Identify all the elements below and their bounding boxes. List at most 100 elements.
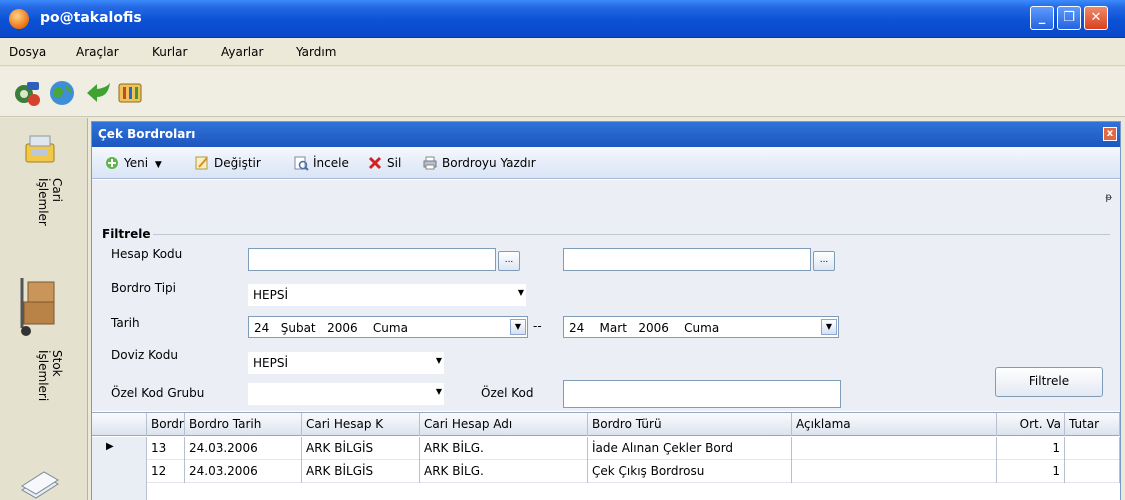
minimize-button[interactable]: _ xyxy=(1030,6,1054,30)
chevron-down-icon: ▼ xyxy=(435,356,442,365)
doviz-kodu-select[interactable]: HEPSİ ▼ xyxy=(248,352,444,374)
cell-bordro-tarih: 24.03.2006 xyxy=(185,460,302,483)
close-button[interactable]: ✕ xyxy=(1084,6,1108,30)
bordro-tipi-value: HEPSİ xyxy=(253,288,288,302)
hesap-kodu-from-browse-button[interactable]: ... xyxy=(498,251,520,271)
print-button[interactable]: Bordroyu Yazdır xyxy=(422,155,536,171)
filtrele-button[interactable]: Filtrele xyxy=(995,367,1103,397)
hesap-kodu-to-browse-button[interactable]: ... xyxy=(813,251,835,271)
maximize-button[interactable]: ❐ xyxy=(1057,6,1081,30)
bordro-tipi-select[interactable]: HEPSİ ▼ xyxy=(248,284,526,306)
filter-panel: ᵽ Filtrele Hesap Kodu ... ... Bordro Tip… xyxy=(92,180,1120,411)
delete-label: Sil xyxy=(387,156,402,170)
cell-ort-vade: 1 xyxy=(997,437,1065,460)
printer-icon xyxy=(423,156,437,170)
bordro-tipi-label: Bordro Tipi xyxy=(111,281,176,295)
bordro-grid: Bordr Bordro Tarih Cari Hesap K Cari Hes… xyxy=(92,412,1120,500)
menu-dosya[interactable]: Dosya xyxy=(9,45,46,59)
inspect-button[interactable]: İncele xyxy=(293,155,349,171)
filter-divider xyxy=(150,234,1110,235)
cell-cari-hesap-kodu: ARK BİLGİS xyxy=(302,460,420,483)
doviz-kodu-value: HEPSİ xyxy=(253,356,288,370)
ozel-kod-label: Özel Kod xyxy=(481,386,534,400)
tarih-from-picker[interactable]: 24 Şubat 2006 Cuma ▼ xyxy=(248,316,528,338)
chevron-down-icon[interactable]: ▼ xyxy=(155,160,162,170)
table-row-empty xyxy=(92,483,1120,500)
delete-button[interactable]: Sil xyxy=(367,155,401,171)
window-titlebar: po@takalofis _ ❐ ✕ xyxy=(0,0,1125,38)
child-window-title: Çek Bordroları xyxy=(98,127,196,141)
row-header-corner xyxy=(92,413,147,436)
col-cari-hesap-adi[interactable]: Cari Hesap Adı xyxy=(420,413,588,436)
child-toolbar: Yeni ▼ Değiştir İncele Sil Bordroyu Yazd… xyxy=(92,147,1120,179)
menu-araclar[interactable]: Araçlar xyxy=(76,45,119,59)
col-aciklama[interactable]: Açıklama xyxy=(792,413,997,436)
ozel-kod-grubu-select[interactable]: ▼ xyxy=(248,383,444,405)
cek-bordrolari-window: Çek Bordroları x Yeni ▼ Değiştir İncele … xyxy=(91,121,1121,500)
new-button[interactable]: Yeni ▼ xyxy=(104,155,162,171)
globe-icon[interactable] xyxy=(48,79,76,107)
magnifier-icon xyxy=(294,156,309,171)
cell-aciklama xyxy=(792,460,997,483)
cell-bordro-turu: Çek Çıkış Bordrosu xyxy=(588,460,792,483)
col-tutar[interactable]: Tutar xyxy=(1065,413,1120,436)
menu-yardim[interactable]: Yardım xyxy=(296,45,336,59)
filter-legend: Filtrele xyxy=(102,227,154,241)
documents-icon xyxy=(21,471,59,499)
col-bordro-tarih[interactable]: Bordro Tarih xyxy=(185,413,302,436)
tarih-from-month: Şubat xyxy=(280,321,316,335)
tarih-to-picker[interactable]: 24 Mart 2006 Cuma ▼ xyxy=(563,316,839,338)
menu-bar: Dosya Araçlar Kurlar Ayarlar Yardım xyxy=(0,38,1125,66)
cell-cari-hesap-adi: ARK BİLG. xyxy=(420,437,588,460)
col-bordro-turu[interactable]: Bordro Türü xyxy=(588,413,792,436)
hand-truck-icon xyxy=(20,278,55,336)
tarih-label: Tarih xyxy=(111,316,140,330)
cash-register-icon xyxy=(25,135,55,163)
doviz-kodu-label: Doviz Kodu xyxy=(111,348,178,362)
row-selector[interactable] xyxy=(92,483,147,500)
row-selector[interactable]: ▶ xyxy=(92,437,147,460)
ozel-kod-grubu-label: Özel Kod Grubu xyxy=(111,386,205,400)
sidebar-label-stok: Stok İşlemleri xyxy=(36,350,64,402)
edit-button[interactable]: Değiştir xyxy=(194,155,261,171)
pin-icon[interactable]: ᵽ xyxy=(1105,192,1112,203)
hesap-kodu-to-input[interactable] xyxy=(563,248,811,271)
cell-tutar xyxy=(1065,460,1120,483)
hesap-kodu-label: Hesap Kodu xyxy=(111,247,183,261)
cell-ort-vade: 1 xyxy=(997,460,1065,483)
tarih-to-month: Mart xyxy=(599,321,627,335)
grid-header: Bordr Bordro Tarih Cari Hesap K Cari Hes… xyxy=(92,413,1120,436)
col-cari-hesap-kodu[interactable]: Cari Hesap K xyxy=(302,413,420,436)
tarih-separator: -- xyxy=(533,319,542,333)
cell-bordro-no: 13 xyxy=(147,437,185,460)
col-bordro-no[interactable]: Bordr xyxy=(147,413,185,436)
cell-aciklama xyxy=(792,437,997,460)
menu-kurlar[interactable]: Kurlar xyxy=(152,45,187,59)
green-arrow-icon[interactable] xyxy=(84,79,112,107)
new-plus-icon xyxy=(106,157,118,169)
window-title: po@takalofis xyxy=(40,10,142,26)
chevron-down-icon: ▼ xyxy=(517,288,524,297)
tarih-from-day: 24 xyxy=(254,321,270,335)
table-row[interactable]: 12 24.03.2006 ARK BİLGİS ARK BİLG. Çek Ç… xyxy=(92,460,1120,483)
cell-bordro-tarih: 24.03.2006 xyxy=(185,437,302,460)
cell-bordro-turu: İade Alınan Çekler Bord xyxy=(588,437,792,460)
delete-x-icon xyxy=(368,156,382,170)
table-row[interactable]: ▶ 13 24.03.2006 ARK BİLGİS ARK BİLG. İad… xyxy=(92,437,1120,460)
child-titlebar: Çek Bordroları x xyxy=(92,122,1120,147)
cell-cari-hesap-kodu: ARK BİLGİS xyxy=(302,437,420,460)
chevron-down-icon: ▼ xyxy=(821,319,837,335)
col-ort-vade[interactable]: Ort. Va xyxy=(997,413,1065,436)
print-label: Bordroyu Yazdır xyxy=(442,156,536,170)
ozel-kod-input[interactable] xyxy=(563,380,841,408)
hesap-kodu-from-input[interactable] xyxy=(248,248,496,271)
row-selector[interactable] xyxy=(92,460,147,483)
new-label: Yeni xyxy=(124,156,149,170)
chevron-down-icon: ▼ xyxy=(435,387,442,396)
pencil-icon xyxy=(195,156,208,170)
settings-chip-icon[interactable] xyxy=(116,79,144,107)
menu-ayarlar[interactable]: Ayarlar xyxy=(221,45,263,59)
cell-tutar xyxy=(1065,437,1120,460)
child-close-button[interactable]: x xyxy=(1103,127,1117,141)
tools-gear-icon[interactable] xyxy=(13,79,41,107)
